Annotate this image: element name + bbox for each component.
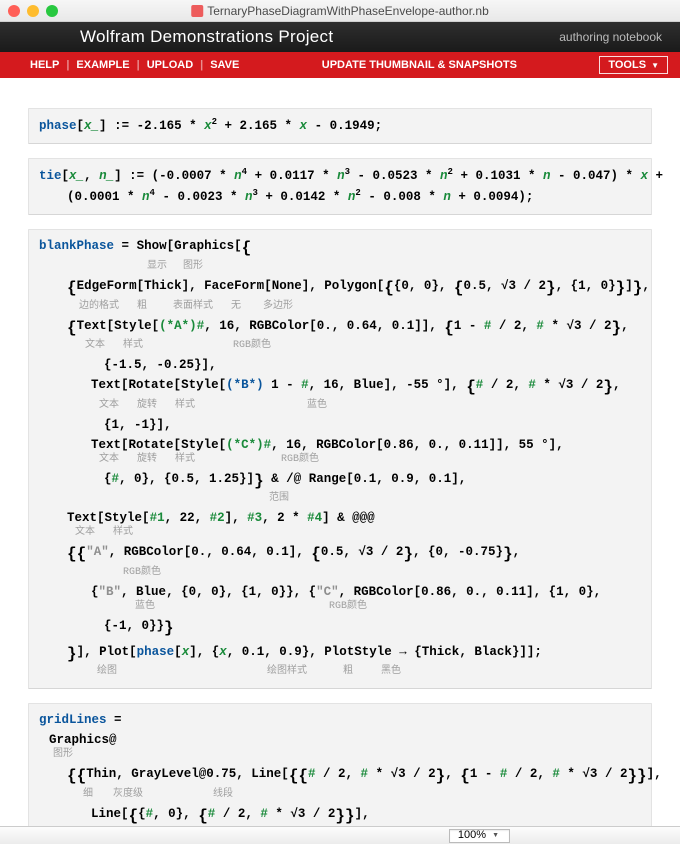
help-button[interactable]: HELP (30, 59, 59, 71)
code-cell-gridlines[interactable]: gridLines = Graphics@ 图形 {{Thin, GrayLev… (28, 703, 652, 826)
zoom-value: 100% (458, 829, 486, 842)
toolbar: HELP | EXAMPLE | UPLOAD | SAVE UPDATE TH… (0, 52, 680, 78)
code-cell-phase[interactable]: phase[x_] := -2.165 * x2 + 2.165 * x - 0… (28, 108, 652, 144)
minimize-icon[interactable] (27, 5, 39, 17)
chevron-down-icon: ▼ (492, 829, 499, 842)
close-icon[interactable] (8, 5, 20, 17)
zoom-icon[interactable] (46, 5, 58, 17)
notebook-file-icon (191, 5, 203, 17)
banner-subtitle: authoring notebook (559, 30, 662, 44)
tools-menu-button[interactable]: TOOLS ▼ (599, 56, 668, 74)
tools-label: TOOLS (608, 59, 646, 71)
zoom-selector[interactable]: 100% ▼ (449, 829, 510, 843)
update-button[interactable]: UPDATE THUMBNAIL & SNAPSHOTS (322, 59, 517, 71)
code-cell-blankphase[interactable]: blankPhase = Show[Graphics[{ 显示图形 {EdgeF… (28, 229, 652, 689)
banner-title-prefix: Wolfram (80, 27, 145, 46)
window-titlebar: TernaryPhaseDiagramWithPhaseEnvelope-aut… (0, 0, 680, 22)
chevron-down-icon: ▼ (651, 61, 659, 70)
notebook-body[interactable]: phase[x_] := -2.165 * x2 + 2.165 * x - 0… (0, 78, 680, 826)
example-button[interactable]: EXAMPLE (76, 59, 129, 71)
save-button[interactable]: SAVE (210, 59, 239, 71)
code-cell-tie[interactable]: tie[x_, n_] := (-0.0007 * n4 + 0.0117 * … (28, 158, 652, 215)
banner-title-main: Demonstrations Project (145, 27, 333, 46)
window-filename: TernaryPhaseDiagramWithPhaseEnvelope-aut… (207, 4, 489, 18)
app-banner: Wolfram Demonstrations Project authoring… (0, 22, 680, 52)
upload-button[interactable]: UPLOAD (147, 59, 193, 71)
status-bar: 100% ▼ (0, 826, 680, 844)
